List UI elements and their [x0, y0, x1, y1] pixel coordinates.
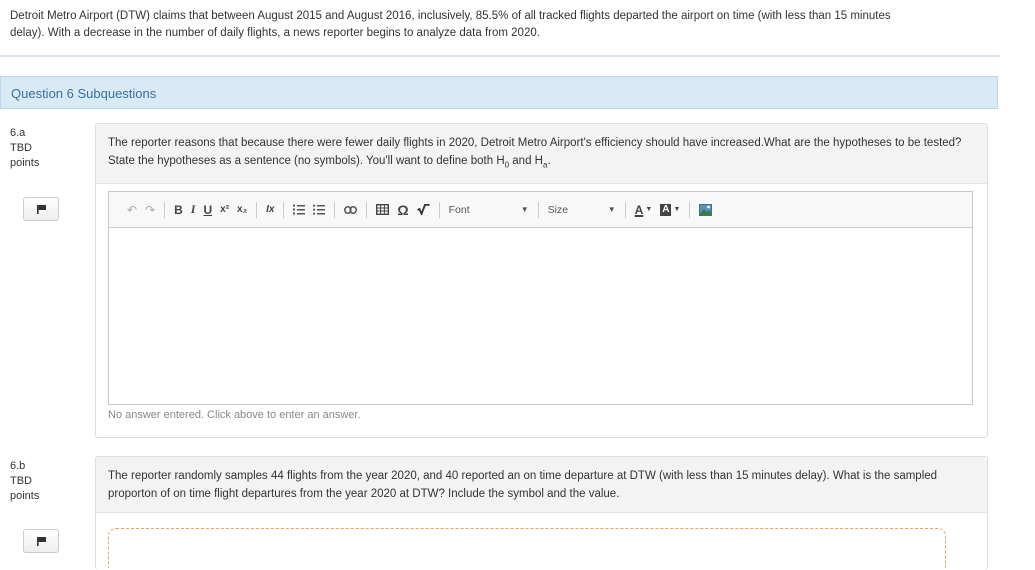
points-value: TBD: [10, 475, 32, 487]
font-select-label: Font: [448, 203, 470, 216]
toolbar-separator: [164, 201, 166, 218]
link-icon[interactable]: [340, 200, 361, 220]
bulleted-list-icon[interactable]: [309, 200, 329, 220]
question-number: 6.a: [10, 127, 26, 139]
toolbar-separator: [689, 201, 691, 218]
toolbar-separator: [537, 201, 539, 218]
section-title: Question 6 Subquestions: [11, 86, 157, 101]
question-intro: Detroit Metro Airport (DTW) claims that …: [10, 10, 891, 39]
chevron-down-icon: ▼: [673, 206, 681, 213]
question-meta-6b: 6.b TBD points: [10, 459, 39, 504]
toolbar-separator: [366, 201, 368, 218]
toolbar-separator: [256, 201, 258, 218]
size-select-label: Size: [547, 203, 569, 216]
question-meta-6a: 6.a TBD points: [10, 126, 39, 171]
special-character-button[interactable]: Ω: [393, 200, 412, 220]
question-prompt: The reporter randomly samples 44 flights…: [96, 457, 987, 513]
text-color-icon: A: [634, 202, 644, 217]
editor-content-area[interactable]: [109, 228, 972, 404]
background-color-icon: A: [660, 203, 672, 216]
redo-icon[interactable]: ↷: [141, 200, 159, 220]
size-select[interactable]: Size ▼: [544, 200, 620, 220]
editor-toolbar: ↶ ↷ B I U x² x₂ Ix Ω Font ▼ Size ▼ A ▼ A…: [109, 192, 972, 228]
numbered-list-icon[interactable]: [289, 200, 309, 220]
superscript-button[interactable]: x²: [216, 200, 233, 220]
question-card-6b: The reporter randomly samples 44 flights…: [95, 456, 988, 570]
chevron-down-icon: ▼: [645, 206, 653, 213]
answer-status-hint: No answer entered. Click above to enter …: [108, 409, 361, 421]
table-icon[interactable]: [372, 200, 393, 220]
chevron-down-icon: ▼: [520, 205, 529, 214]
underline-button[interactable]: U: [199, 200, 216, 220]
flag-button[interactable]: [23, 529, 59, 553]
remove-format-button[interactable]: Ix: [262, 200, 278, 220]
chevron-down-icon: ▼: [607, 205, 616, 214]
section-header: Question 6 Subquestions: [0, 76, 998, 109]
points-value: TBD: [10, 142, 32, 154]
italic-button[interactable]: I: [187, 200, 200, 220]
font-select[interactable]: Font ▼: [445, 200, 533, 220]
question-card-6a: The reporter reasons that because there …: [95, 123, 988, 438]
rich-text-editor[interactable]: ↶ ↷ B I U x² x₂ Ix Ω Font ▼ Size ▼ A ▼ A…: [108, 191, 973, 405]
toolbar-separator: [334, 201, 336, 218]
question-number: 6.b: [10, 460, 26, 472]
points-label: points: [10, 157, 40, 169]
flag-icon: [36, 204, 46, 214]
subscript-button[interactable]: x₂: [233, 200, 251, 220]
toolbar-separator: [283, 201, 285, 218]
answer-input-area[interactable]: [108, 528, 946, 568]
background-color-button[interactable]: A ▼: [656, 200, 684, 220]
equation-icon[interactable]: [413, 200, 434, 220]
toolbar-separator: [438, 201, 440, 218]
divider: [0, 55, 1000, 57]
question-prompt: The reporter reasons that because there …: [96, 124, 987, 185]
undo-icon[interactable]: ↶: [123, 200, 141, 220]
text-color-button[interactable]: A ▼: [631, 200, 657, 220]
flag-icon: [36, 536, 46, 546]
image-icon[interactable]: [695, 200, 716, 220]
flag-button[interactable]: [23, 197, 59, 221]
toolbar-separator: [624, 201, 626, 218]
bold-button[interactable]: B: [170, 200, 187, 220]
points-label: points: [10, 490, 40, 502]
